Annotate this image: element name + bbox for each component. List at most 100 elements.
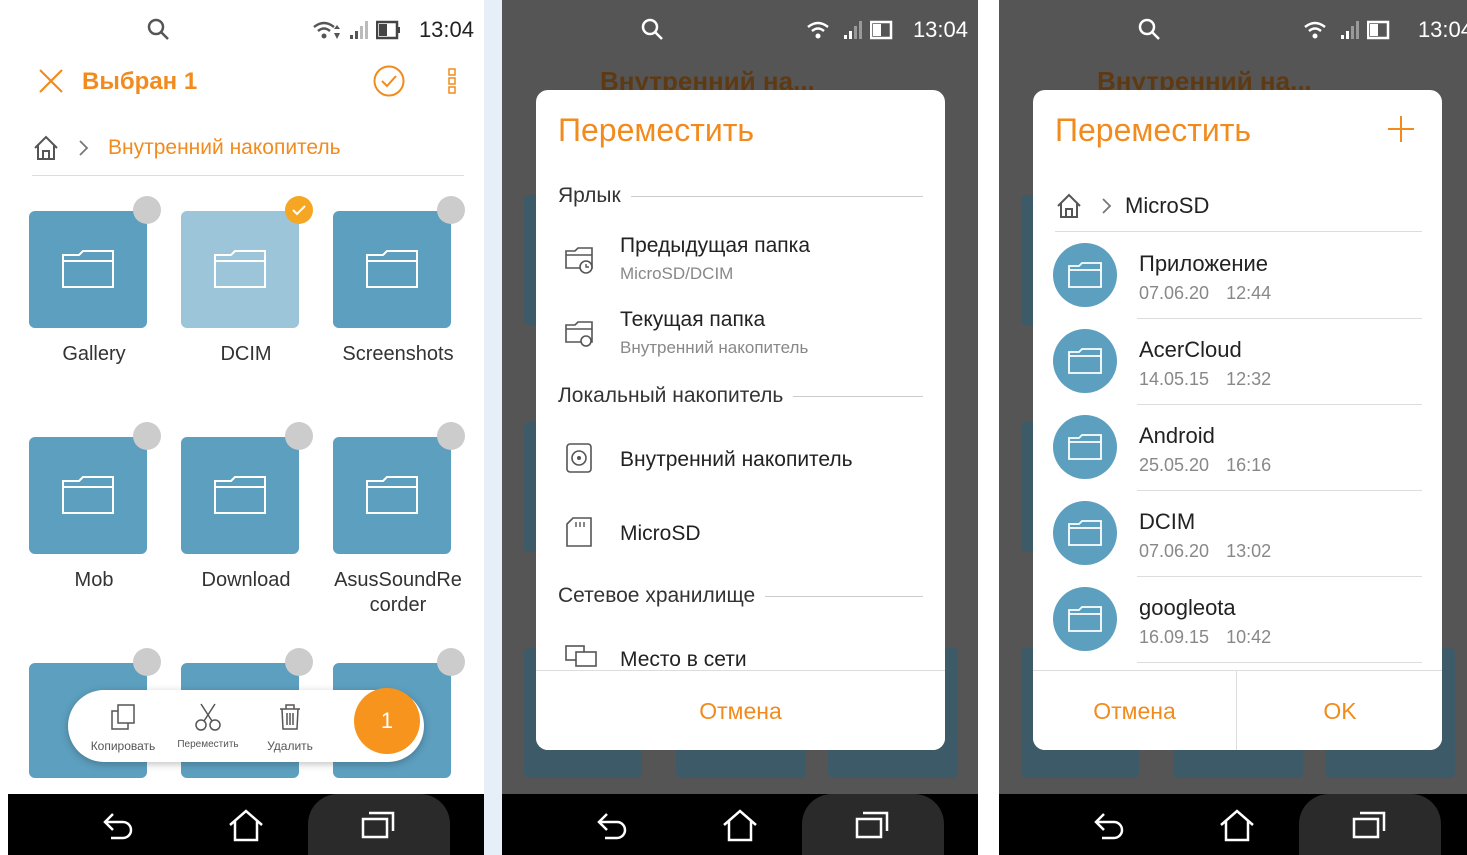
- folder-name: googleota: [1139, 595, 1236, 620]
- breadcrumb: Внутренний накопитель: [32, 120, 464, 176]
- section-label: Сетевое хранилище: [558, 584, 756, 607]
- home-nav-button[interactable]: [710, 794, 770, 855]
- folder-avatar: [1053, 243, 1117, 307]
- more-menu-icon[interactable]: [446, 66, 460, 96]
- wifi-icon: [807, 21, 829, 39]
- section-local: Локальный накопитель: [558, 384, 923, 408]
- cancel-button[interactable]: Отмена: [536, 671, 945, 750]
- move-destination-screen: Внутренний на... 13:04 Переместить Ярлык…: [502, 0, 978, 855]
- section-label: Локальный накопитель: [558, 384, 784, 407]
- folder-date: 16.09.15 10:42: [1139, 627, 1272, 647]
- folder-date: 25.05.20 16:16: [1139, 455, 1272, 475]
- folder-avatar: [1053, 587, 1117, 651]
- folder-date: 07.06.20 13:02: [1139, 541, 1272, 561]
- select-checkbox[interactable]: [285, 422, 313, 450]
- move-button[interactable]: Переместить: [172, 702, 244, 750]
- folder-row[interactable]: googleota 16.09.15 10:42: [1053, 577, 1422, 663]
- select-all-icon[interactable]: [372, 64, 406, 98]
- battery-icon: [1367, 20, 1390, 40]
- home-nav-button[interactable]: [216, 794, 276, 855]
- folder-row[interactable]: AcerCloud 14.05.15 12:32: [1053, 319, 1422, 405]
- folder-name: AcerCloud: [1139, 337, 1242, 362]
- selection-screen: 13:04 Выбран 1 Внутренний накопитель Gal…: [8, 0, 484, 855]
- network-place-icon: [565, 645, 597, 667]
- breadcrumb-current[interactable]: Внутренний накопитель: [108, 136, 341, 160]
- dialog-footer: Отмена: [536, 670, 945, 750]
- cell-signal-icon: [844, 21, 862, 39]
- select-checkbox[interactable]: [133, 648, 161, 676]
- recents-button[interactable]: [1339, 794, 1399, 855]
- folder-date: 07.06.20 12:44: [1139, 283, 1272, 303]
- folder-tile-mob[interactable]: [29, 437, 147, 554]
- breadcrumb-current[interactable]: MicroSD: [1125, 193, 1209, 219]
- select-checkbox-checked[interactable]: [285, 196, 313, 224]
- current-folder-icon: [565, 321, 593, 347]
- folder-avatar: [1053, 501, 1117, 565]
- home-icon[interactable]: [32, 134, 60, 162]
- select-checkbox[interactable]: [133, 422, 161, 450]
- move-dialog: Переместить Ярлык Предыдущая папка Micro…: [536, 90, 945, 750]
- status-bar: 13:04: [502, 0, 978, 60]
- status-bar: 13:04: [8, 0, 484, 60]
- folder-name: Android: [1139, 423, 1215, 448]
- folder-label: DCIM: [220, 343, 272, 365]
- recents-button[interactable]: [348, 794, 408, 855]
- nav-bar: [999, 794, 1467, 855]
- select-checkbox[interactable]: [285, 648, 313, 676]
- internal-storage-item[interactable]: Внутренний накопитель: [620, 448, 853, 472]
- folder-icon: [1068, 348, 1102, 374]
- folder-row[interactable]: DCIM 07.06.20 13:02: [1053, 491, 1422, 577]
- home-icon[interactable]: [1055, 192, 1083, 220]
- back-button[interactable]: [582, 794, 642, 855]
- back-button[interactable]: [88, 794, 148, 855]
- item-subtitle: MicroSD/DCIM: [620, 264, 734, 283]
- back-icon: [103, 812, 133, 839]
- folder-row[interactable]: Приложение 07.06.20 12:44: [1053, 233, 1422, 319]
- selection-title: Выбран 1: [82, 68, 198, 95]
- trash-icon: [280, 704, 300, 730]
- action-bar: Копировать Переместить Удалить 1: [68, 688, 424, 762]
- dialog-footer: Отмена OK: [1033, 670, 1442, 750]
- delete-button[interactable]: Удалить: [260, 702, 320, 753]
- folder-row[interactable]: Android 25.05.20 16:16: [1053, 405, 1422, 491]
- microsd-browse-screen: Внутренний на... 13:04 Переместить Micro…: [999, 0, 1467, 855]
- select-checkbox[interactable]: [437, 648, 465, 676]
- clock: 13:04: [1417, 17, 1467, 42]
- recents-button[interactable]: [842, 794, 902, 855]
- chevron-right-icon: [1102, 197, 1112, 214]
- folder-icon: [214, 476, 266, 514]
- clock: 13:04: [418, 17, 474, 42]
- wifi-icon: [1304, 21, 1326, 39]
- folder-avatar: [1053, 329, 1117, 393]
- network-place-item[interactable]: Место в сети: [620, 648, 747, 672]
- new-folder-plus-icon[interactable]: [1386, 114, 1416, 144]
- previous-folder-item[interactable]: Предыдущая папка MicroSD/DCIM: [620, 234, 810, 284]
- folder-tile-dcim[interactable]: [181, 211, 299, 328]
- back-button[interactable]: [1079, 794, 1139, 855]
- folder-tile-screenshots[interactable]: [333, 211, 451, 328]
- select-checkbox[interactable]: [437, 422, 465, 450]
- close-icon[interactable]: [38, 68, 64, 94]
- select-checkbox[interactable]: [437, 196, 465, 224]
- wifi-icon: [313, 21, 340, 39]
- current-folder-item[interactable]: Текущая папка Внутренний накопитель: [620, 308, 808, 358]
- microsd-item[interactable]: MicroSD: [620, 522, 701, 546]
- folder-icon: [1068, 434, 1102, 460]
- cancel-button[interactable]: Отмена: [1033, 671, 1237, 750]
- section-network: Сетевое хранилище: [558, 584, 923, 608]
- item-title: Текущая папка: [620, 308, 766, 331]
- folder-label: Screenshots: [342, 343, 454, 365]
- folder-tile-gallery[interactable]: [29, 211, 147, 328]
- clock: 13:04: [912, 17, 968, 42]
- ok-button[interactable]: OK: [1238, 671, 1442, 750]
- folder-tile-download[interactable]: [181, 437, 299, 554]
- folder-icon: [1068, 262, 1102, 288]
- copy-button[interactable]: Копировать: [86, 702, 160, 753]
- signal-icons: [806, 19, 896, 41]
- home-nav-button[interactable]: [1207, 794, 1267, 855]
- folder-date: 14.05.15 12:32: [1139, 369, 1272, 389]
- item-title: Предыдущая папка: [620, 234, 811, 257]
- selected-count-badge[interactable]: 1: [354, 688, 420, 754]
- folder-tile-asussoundrecorder[interactable]: [333, 437, 451, 554]
- select-checkbox[interactable]: [133, 196, 161, 224]
